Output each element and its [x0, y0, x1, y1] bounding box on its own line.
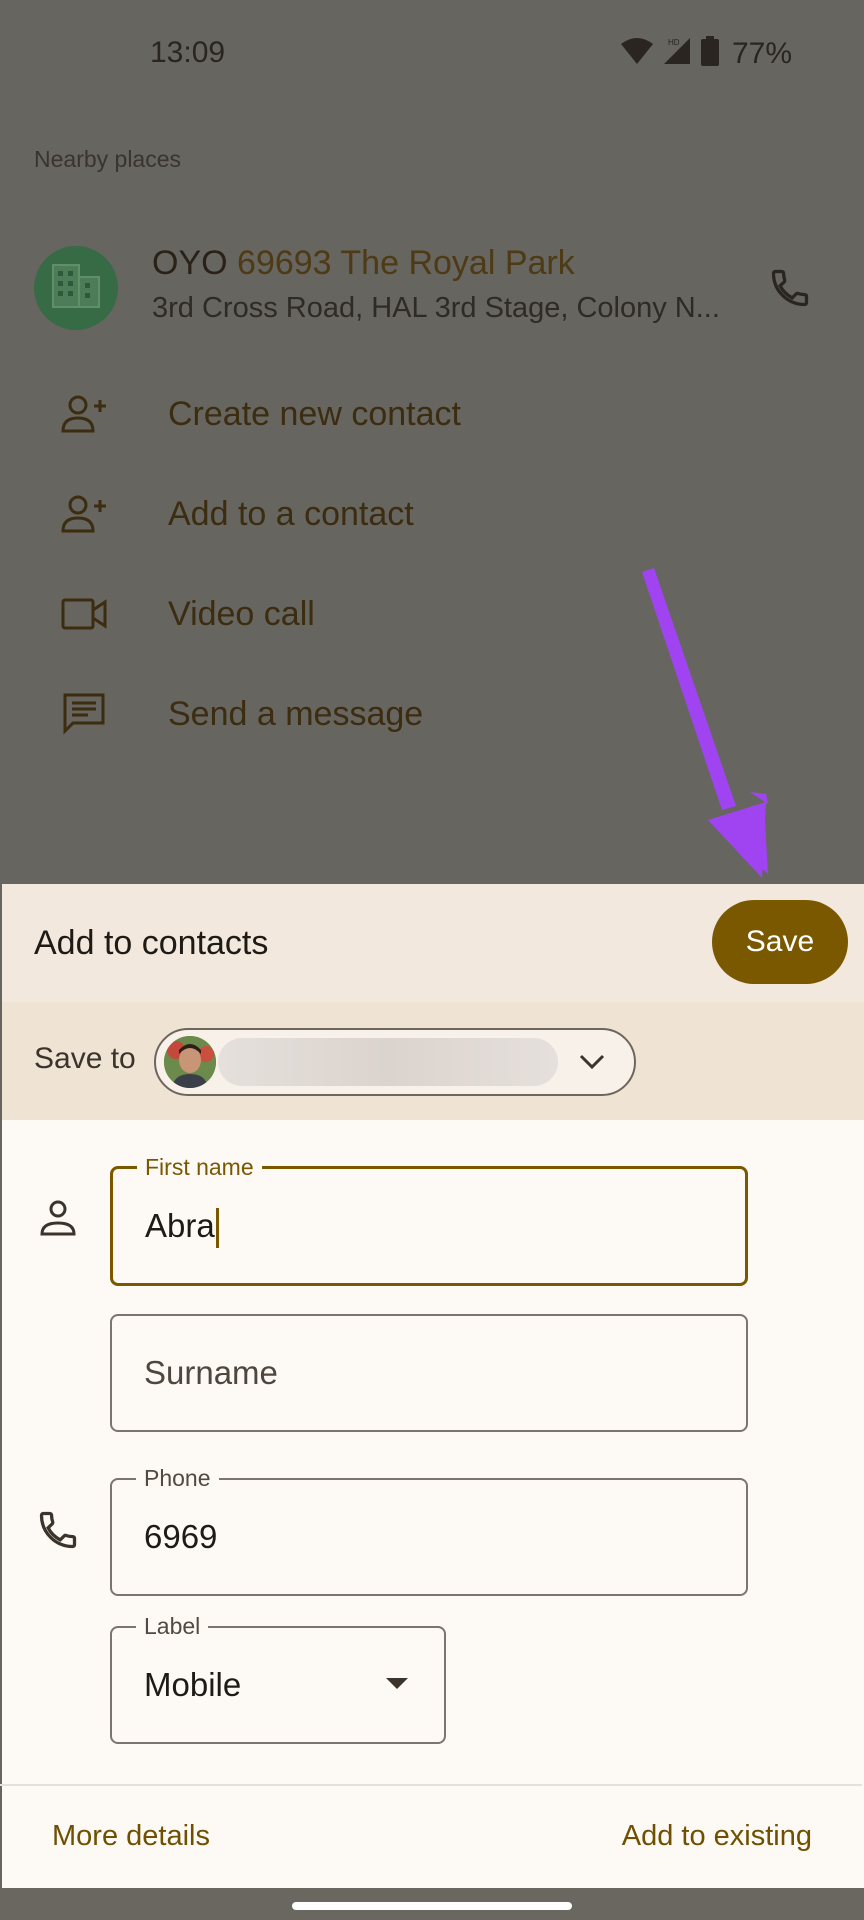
- svg-text:HD: HD: [668, 38, 680, 47]
- first-name-field[interactable]: First name Abra: [110, 1155, 748, 1286]
- first-name-value[interactable]: Abra: [145, 1207, 219, 1249]
- battery-percent: 77%: [731, 36, 792, 70]
- avatar: [164, 1036, 216, 1088]
- video-camera-icon: [56, 586, 112, 642]
- action-add-to-contact[interactable]: Add to a contact: [0, 464, 864, 564]
- action-label: Add to a contact: [168, 494, 414, 533]
- place-name-prefix: OYO: [152, 244, 238, 282]
- sheet-title: Add to contacts: [34, 924, 269, 962]
- sheet-header: Add to contacts Save: [2, 884, 864, 1002]
- text-cursor: [215, 1208, 219, 1249]
- dropdown-arrow-icon: [386, 1678, 408, 1689]
- footer-divider: [0, 1784, 862, 1786]
- account-name-redacted: [218, 1038, 558, 1086]
- annotation-arrow: [642, 568, 768, 878]
- phone-value: 6969: [144, 1518, 218, 1555]
- status-time: 13:09: [150, 36, 226, 69]
- save-to-label: Save to: [34, 1042, 136, 1075]
- place-name-highlight: 69693 The Royal Park: [237, 244, 575, 282]
- person-icon: [34, 1194, 82, 1242]
- phone-icon: [34, 1506, 82, 1554]
- wifi-icon: [620, 37, 654, 70]
- phone-field[interactable]: Phone 6969: [110, 1466, 748, 1596]
- first-name-text: Abra: [145, 1207, 215, 1244]
- phone-label-dropdown[interactable]: Label Mobile: [110, 1614, 446, 1744]
- battery-icon: [700, 36, 720, 71]
- action-label: Send a message: [168, 694, 424, 733]
- action-create-new-contact[interactable]: Create new contact: [0, 364, 864, 464]
- label-caption: Label: [136, 1614, 209, 1638]
- person-add-icon: [56, 386, 112, 442]
- more-details-button[interactable]: More details: [52, 1820, 210, 1853]
- phone-icon[interactable]: [762, 260, 818, 316]
- place-avatar[interactable]: [34, 246, 118, 330]
- status-icons: HD 77%: [620, 36, 792, 71]
- section-header: Nearby places: [34, 146, 182, 172]
- place-address: 3rd Cross Road, HAL 3rd Stage, Colony N.…: [152, 292, 720, 324]
- place-name[interactable]: OYO 69693 The Royal Park: [152, 244, 575, 283]
- add-to-existing-button[interactable]: Add to existing: [622, 1820, 812, 1853]
- label-value: Mobile: [144, 1666, 242, 1703]
- person-add-icon: [56, 486, 112, 542]
- account-selector[interactable]: [154, 1028, 636, 1096]
- home-gesture-pill[interactable]: [292, 1902, 572, 1910]
- surname-field[interactable]: Surname: [110, 1314, 748, 1432]
- chevron-down-icon[interactable]: [574, 1044, 610, 1080]
- building-icon: [51, 263, 101, 314]
- action-label: Video call: [168, 594, 315, 633]
- surname-placeholder: Surname: [144, 1354, 278, 1391]
- save-button[interactable]: Save: [712, 900, 848, 984]
- message-icon: [56, 686, 112, 742]
- first-name-label: First name: [137, 1155, 262, 1179]
- add-contact-sheet: Add to contacts Save Save to First name …: [2, 884, 864, 1920]
- cellular-signal-icon: HD: [662, 37, 692, 70]
- action-label: Create new contact: [168, 394, 461, 433]
- phone-label: Phone: [136, 1466, 219, 1490]
